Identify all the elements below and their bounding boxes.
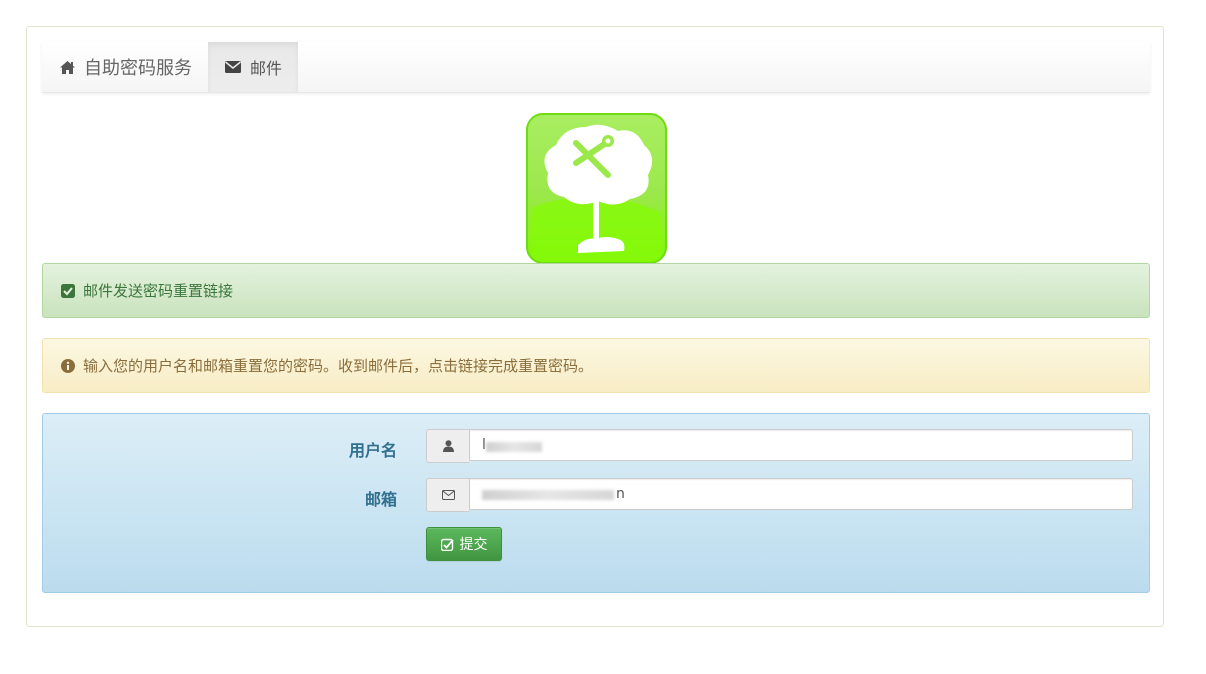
email-input[interactable]: n xyxy=(469,478,1133,510)
info-circle-icon xyxy=(61,358,75,373)
success-alert: 邮件发送密码重置链接 xyxy=(42,263,1150,318)
reset-form: 用户名 l 邮箱 n 提交 xyxy=(42,413,1150,593)
redacted-email xyxy=(482,490,614,500)
envelope-icon xyxy=(224,58,242,76)
submit-button[interactable]: 提交 xyxy=(426,527,502,561)
edit-check-icon xyxy=(440,538,454,551)
tab-email[interactable]: 邮件 xyxy=(208,42,299,92)
envelope-outline-icon xyxy=(426,478,469,512)
info-alert-text: 输入您的用户名和邮箱重置您的密码。收到邮件后，点击链接完成重置密码。 xyxy=(83,357,594,375)
navbar: 自助密码服务 邮件 xyxy=(42,42,1150,93)
info-alert: 输入您的用户名和邮箱重置您的密码。收到邮件后，点击链接完成重置密码。 xyxy=(42,338,1150,393)
user-icon xyxy=(426,429,469,463)
password-reset-panel: 自助密码服务 邮件 邮件发送密码重置链接 输入您的用户名和邮箱重置您的密码。收到… xyxy=(26,26,1164,627)
email-input-group: n xyxy=(426,478,1133,512)
username-input[interactable]: l xyxy=(469,429,1133,461)
tab-email-label: 邮件 xyxy=(250,59,283,78)
nav-brand-self-service[interactable]: 自助密码服务 xyxy=(42,42,208,92)
redacted-username xyxy=(486,442,542,452)
success-alert-text: 邮件发送密码重置链接 xyxy=(83,282,234,300)
checkbox-checked-icon xyxy=(61,283,75,298)
username-input-group: l xyxy=(426,429,1133,463)
username-label: 用户名 xyxy=(348,441,397,460)
email-value: n xyxy=(616,486,625,502)
email-label: 邮箱 xyxy=(364,490,397,509)
submit-label: 提交 xyxy=(459,537,488,553)
tree-wrench-logo xyxy=(526,113,667,264)
home-icon xyxy=(58,58,76,76)
nav-brand-label: 自助密码服务 xyxy=(84,58,192,79)
